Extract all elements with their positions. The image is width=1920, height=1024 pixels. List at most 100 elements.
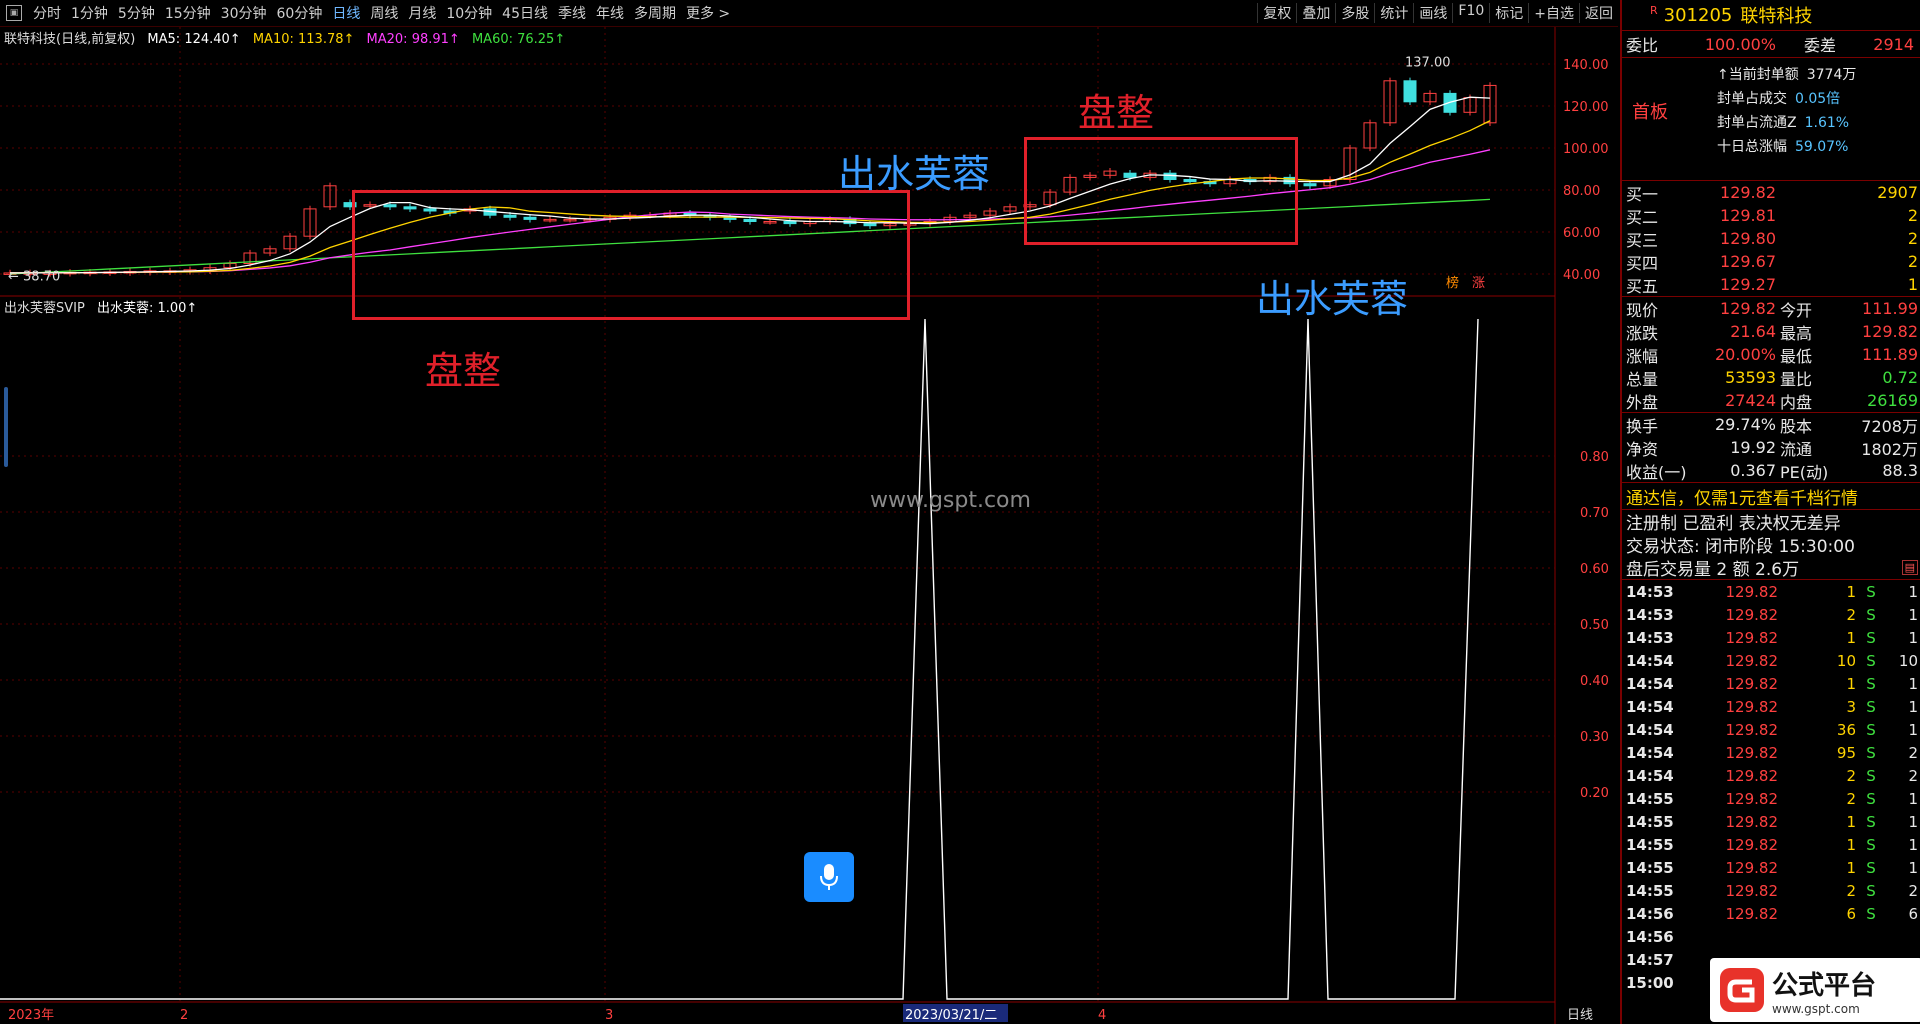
tick-time: 14:54: [1626, 651, 1674, 670]
tab-1[interactable]: 1分钟: [66, 3, 113, 23]
tick-price: 129.82: [1725, 812, 1779, 831]
tick-price: 129.82: [1725, 628, 1779, 647]
expand-icon[interactable]: ▤: [1901, 560, 1918, 575]
tab-7[interactable]: 周线: [365, 3, 403, 23]
tick-count: 1: [1908, 835, 1918, 854]
tab-0[interactable]: 分时: [28, 3, 66, 23]
weibi-value: 100.00%: [1704, 34, 1776, 54]
tab-10[interactable]: 45日线: [497, 3, 553, 23]
menu-icon[interactable]: ▣: [6, 5, 22, 21]
legend-stock-name: 联特科技(日线,前复权): [4, 32, 136, 47]
tool-button-7[interactable]: +自选: [1528, 3, 1579, 23]
stat-value: 0.367: [1730, 461, 1776, 480]
tick-volume: 3: [1846, 697, 1856, 716]
tick-time: 14:53: [1626, 628, 1674, 647]
promo-banner[interactable]: 通达信，仅需1元查看千档行情: [1622, 483, 1920, 510]
logo-title: 公式平台: [1772, 970, 1877, 1001]
tick-price: 129.82: [1725, 651, 1779, 670]
tick-time: 14:57: [1626, 950, 1674, 969]
bid-row: 买四 129.67 2: [1622, 250, 1920, 273]
microphone-button[interactable]: [804, 852, 854, 902]
tick-time: 14:56: [1626, 927, 1674, 946]
weibi-row: 委比 100.00% 委差 2914: [1622, 31, 1920, 58]
tab-14[interactable]: 更多 >: [681, 3, 735, 23]
tick-time: 14:55: [1626, 835, 1674, 854]
stat-label: PE(动): [1780, 462, 1829, 482]
tick-time: 14:54: [1626, 674, 1674, 693]
brand-logo: 公式平台 www.gspt.com: [1710, 958, 1920, 1022]
tick-row: 14:55 129.82 1 S 1: [1622, 856, 1920, 879]
tick-time: 14:54: [1626, 743, 1674, 762]
indicator-tick-label: 0.30: [1580, 730, 1609, 745]
stock-header: R 301205 联特科技: [1622, 0, 1920, 31]
stock-flag: R: [1650, 4, 1658, 17]
tab-13[interactable]: 多周期: [629, 3, 681, 23]
price-tick-label: 120.00: [1563, 100, 1609, 115]
tool-button-4[interactable]: 画线: [1413, 3, 1452, 23]
tab-5[interactable]: 60分钟: [272, 3, 328, 23]
weicha-value: 2914: [1873, 34, 1914, 54]
tab-11[interactable]: 季线: [553, 3, 591, 23]
tick-side: S: [1866, 812, 1876, 831]
tool-button-3[interactable]: 统计: [1374, 3, 1413, 23]
tick-price: 129.82: [1725, 720, 1779, 739]
tool-button-2[interactable]: 多股: [1335, 3, 1374, 23]
bid-row: 买二 129.81 2: [1622, 204, 1920, 227]
seal-value: 3774万: [1806, 67, 1857, 83]
stat-value: 20.00%: [1714, 345, 1776, 364]
tick-price: 129.82: [1725, 605, 1779, 624]
quote-stats: 现价 129.82 今开 111.99 涨跌 21.64 最高 129.82 涨幅 20.00% 最…: [1622, 297, 1920, 413]
tab-6[interactable]: 日线: [327, 3, 365, 23]
tick-row: 14:55 129.82 2 S 2: [1622, 879, 1920, 902]
consolidation-box-2: [1024, 137, 1298, 245]
tool-button-8[interactable]: 返回: [1579, 3, 1618, 23]
tool-button-5[interactable]: F10: [1452, 3, 1489, 23]
seal-value: 1.61%: [1804, 115, 1850, 131]
tick-side: S: [1866, 743, 1876, 762]
stat-row: 涨幅 20.00% 最低 111.89: [1622, 343, 1920, 366]
tab-12[interactable]: 年线: [591, 3, 629, 23]
tick-list[interactable]: 14:53 129.82 1 S 1 14:53 129.82 2 S 1 14:53 129.82 1…: [1622, 580, 1920, 994]
price-tick-label: 80.00: [1563, 184, 1600, 199]
tool-button-1[interactable]: 叠加: [1296, 3, 1335, 23]
tab-4[interactable]: 30分钟: [216, 3, 272, 23]
time-axis-label: 2023/03/21/二: [905, 1008, 997, 1023]
tick-time: 15:00: [1626, 973, 1674, 992]
tick-row: 14:56: [1622, 925, 1920, 948]
bid-label: 买五: [1626, 276, 1659, 296]
tool-button-0[interactable]: 复权: [1257, 3, 1296, 23]
tick-side: S: [1866, 582, 1876, 601]
tool-buttons: 复权 叠加 多股 统计 画线 F10 标记 +自选 返回: [1257, 3, 1618, 23]
tick-price: 129.82: [1725, 858, 1779, 877]
tab-2[interactable]: 5分钟: [113, 3, 160, 23]
period-toolbar: ▣ 分时 1分钟 5分钟 15分钟 30分钟 60分钟 日线 周线 月线 10分钟 45日线 季线 年线…: [0, 0, 1618, 27]
indicator-tick-label: 0.20: [1580, 786, 1609, 801]
tool-button-6[interactable]: 标记: [1489, 3, 1528, 23]
tick-time: 14:55: [1626, 812, 1674, 831]
tab-3[interactable]: 15分钟: [160, 3, 216, 23]
tick-time: 14:55: [1626, 789, 1674, 808]
stat-label: 外盘: [1626, 392, 1659, 412]
tick-time: 14:53: [1626, 605, 1674, 624]
stat-label: 量比: [1780, 369, 1813, 389]
tick-volume: 1: [1846, 835, 1856, 854]
bid-volume: 2: [1907, 229, 1918, 248]
tick-side: S: [1866, 697, 1876, 716]
tick-time: 14:54: [1626, 697, 1674, 716]
tick-count: 6: [1908, 904, 1918, 923]
indicator-tick-label: 0.70: [1580, 506, 1609, 521]
price-tick-label: 140.00: [1563, 58, 1609, 73]
indicator-tick-label: 0.50: [1580, 618, 1609, 633]
stat-value: 129.82: [1862, 322, 1918, 341]
scroll-indicator: [4, 387, 8, 467]
price-tick-label: 100.00: [1563, 142, 1609, 157]
stock-name: 联特科技: [1740, 6, 1813, 27]
logo-url: www.gspt.com: [1772, 1001, 1860, 1016]
time-axis-label: 4: [1098, 1008, 1106, 1023]
tab-9[interactable]: 10分钟: [441, 3, 497, 23]
seal-label: 封单占成交: [1717, 91, 1787, 107]
stat-label: 现价: [1626, 300, 1659, 320]
tab-8[interactable]: 月线: [403, 3, 441, 23]
indicator-line: [0, 318, 1479, 1000]
stat-label: 最低: [1780, 346, 1813, 366]
